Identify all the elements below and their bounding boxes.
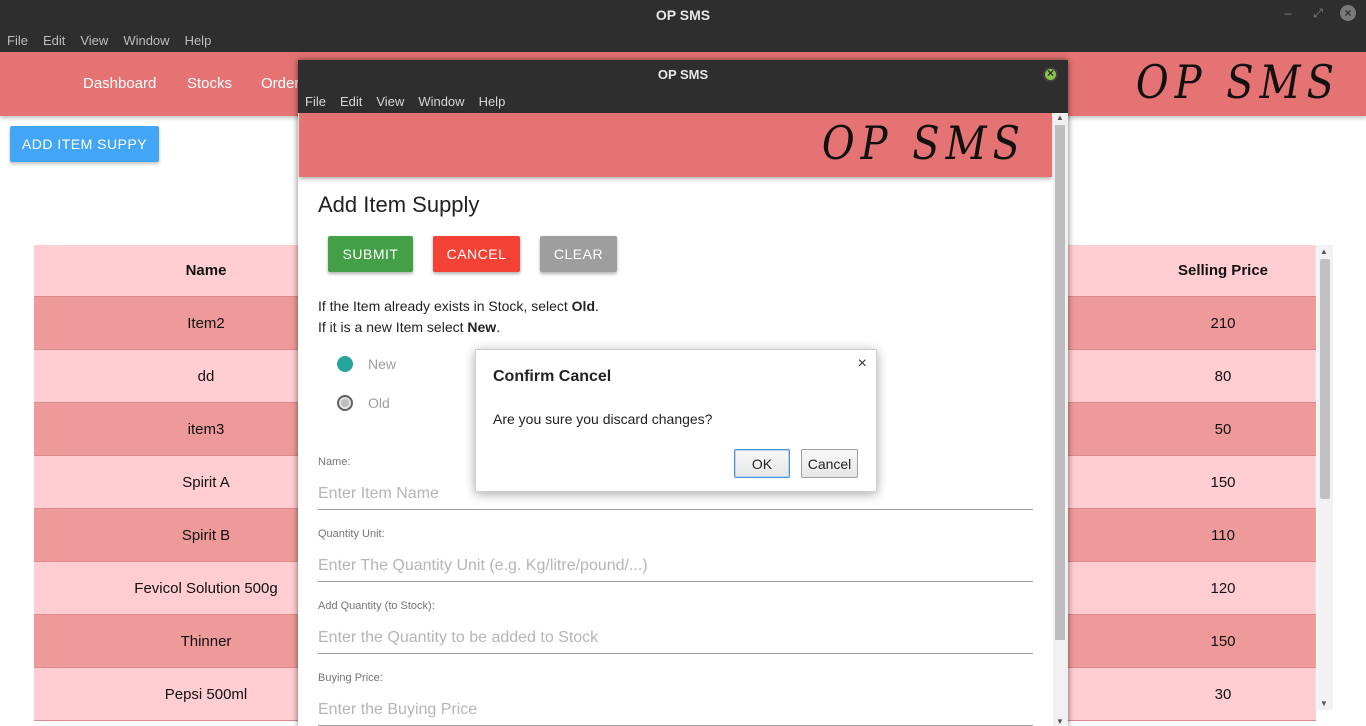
cell-price: 50 <box>1214 420 1232 438</box>
name-label: Name: <box>318 456 351 468</box>
app-logo: OP SMS <box>1135 56 1340 110</box>
submit-button[interactable]: SUBMIT <box>328 236 413 272</box>
close-icon[interactable]: × <box>1340 5 1356 21</box>
instruction-old: If the Item already exists in Stock, sel… <box>318 298 599 314</box>
add-item-supply-button[interactable]: ADD ITEM SUPPY <box>10 126 159 162</box>
cell-price: 210 <box>1210 314 1236 332</box>
form-title: Add Item Supply <box>318 192 480 217</box>
cell-price: 150 <box>1210 473 1236 491</box>
menu-help[interactable]: Help <box>479 94 506 109</box>
nav-stocks[interactable]: Stocks <box>187 75 232 92</box>
instruction-text: If it is a new Item select <box>318 319 468 335</box>
close-icon[interactable]: × <box>858 355 867 373</box>
scroll-down-icon[interactable]: ▼ <box>1320 699 1328 708</box>
window-title: OP SMS <box>655 7 711 23</box>
instruction-text: If the Item already exists in Stock, sel… <box>318 298 572 314</box>
cell-price: 80 <box>1214 367 1232 385</box>
menu-window[interactable]: Window <box>418 94 464 109</box>
add-quantity-label: Add Quantity (to Stock): <box>318 600 435 612</box>
maximize-icon[interactable]: ⤢ <box>1310 6 1326 21</box>
buying-price-input[interactable] <box>318 694 1033 726</box>
close-icon[interactable] <box>1043 66 1058 82</box>
scroll-up-icon[interactable]: ▲ <box>1320 247 1328 256</box>
table-scrollbar[interactable]: ▲ ▼ <box>1317 245 1333 710</box>
dialog-title: Confirm Cancel <box>493 368 612 385</box>
minimize-icon[interactable]: – <box>1280 6 1296 20</box>
menu-edit[interactable]: Edit <box>43 33 65 48</box>
dialog-cancel-button[interactable]: Cancel <box>801 449 858 478</box>
quantity-unit-input[interactable] <box>318 550 1033 582</box>
radio-old-label[interactable]: Old <box>368 395 390 411</box>
main-menubar: File Edit View Window Help <box>0 29 1366 52</box>
instruction-bold: New <box>467 319 497 335</box>
scroll-down-icon[interactable]: ▼ <box>1056 717 1064 726</box>
child-window-title: OP SMS <box>298 60 1068 90</box>
scrollbar-thumb[interactable] <box>1320 259 1330 499</box>
scrollbar-thumb[interactable] <box>1055 125 1065 640</box>
menu-view[interactable]: View <box>80 33 108 48</box>
instruction-bold: Old <box>571 298 596 314</box>
menu-view[interactable]: View <box>376 94 404 109</box>
radio-new[interactable] <box>337 356 353 372</box>
dialog-message: Are you sure you discard changes? <box>493 411 713 427</box>
instruction-suffix: . <box>595 298 599 314</box>
scroll-up-icon[interactable]: ▲ <box>1056 113 1064 122</box>
menu-edit[interactable]: Edit <box>340 94 362 109</box>
radio-old[interactable] <box>337 395 353 411</box>
buying-price-label: Buying Price: <box>318 672 383 684</box>
confirm-cancel-dialog: Confirm Cancel × Are you sure you discar… <box>475 349 877 492</box>
cell-price: 110 <box>1211 526 1235 544</box>
quantity-unit-label: Quantity Unit: <box>318 528 385 540</box>
clear-button[interactable]: CLEAR <box>540 236 617 272</box>
main-titlebar: OP SMS – ⤢ × <box>0 0 1366 29</box>
ok-button[interactable]: OK <box>734 449 790 478</box>
cell-price: 150 <box>1210 632 1236 650</box>
add-quantity-input[interactable] <box>318 622 1033 654</box>
instruction-new: If it is a new Item select New. <box>318 319 500 335</box>
header-selling-price[interactable]: Selling Price <box>1130 245 1316 296</box>
nav-dashboard[interactable]: Dashboard <box>83 75 156 92</box>
child-menubar: File Edit View Window Help <box>298 90 1068 113</box>
cell-price: 120 <box>1210 579 1236 597</box>
menu-file[interactable]: File <box>7 33 28 48</box>
window-controls: – ⤢ × <box>1280 5 1356 21</box>
menu-file[interactable]: File <box>305 94 326 109</box>
menu-help[interactable]: Help <box>185 33 212 48</box>
cancel-button[interactable]: CANCEL <box>433 236 520 272</box>
app-logo: OP SMS <box>821 117 1026 171</box>
radio-new-label[interactable]: New <box>368 356 396 372</box>
child-scrollbar[interactable]: ▲ ▼ <box>1053 113 1068 726</box>
nav-orders[interactable]: Order <box>261 75 299 92</box>
cell-price: 30 <box>1214 685 1232 703</box>
instruction-suffix: . <box>496 319 501 335</box>
child-header: OP SMS <box>299 113 1052 177</box>
menu-window[interactable]: Window <box>123 33 169 48</box>
